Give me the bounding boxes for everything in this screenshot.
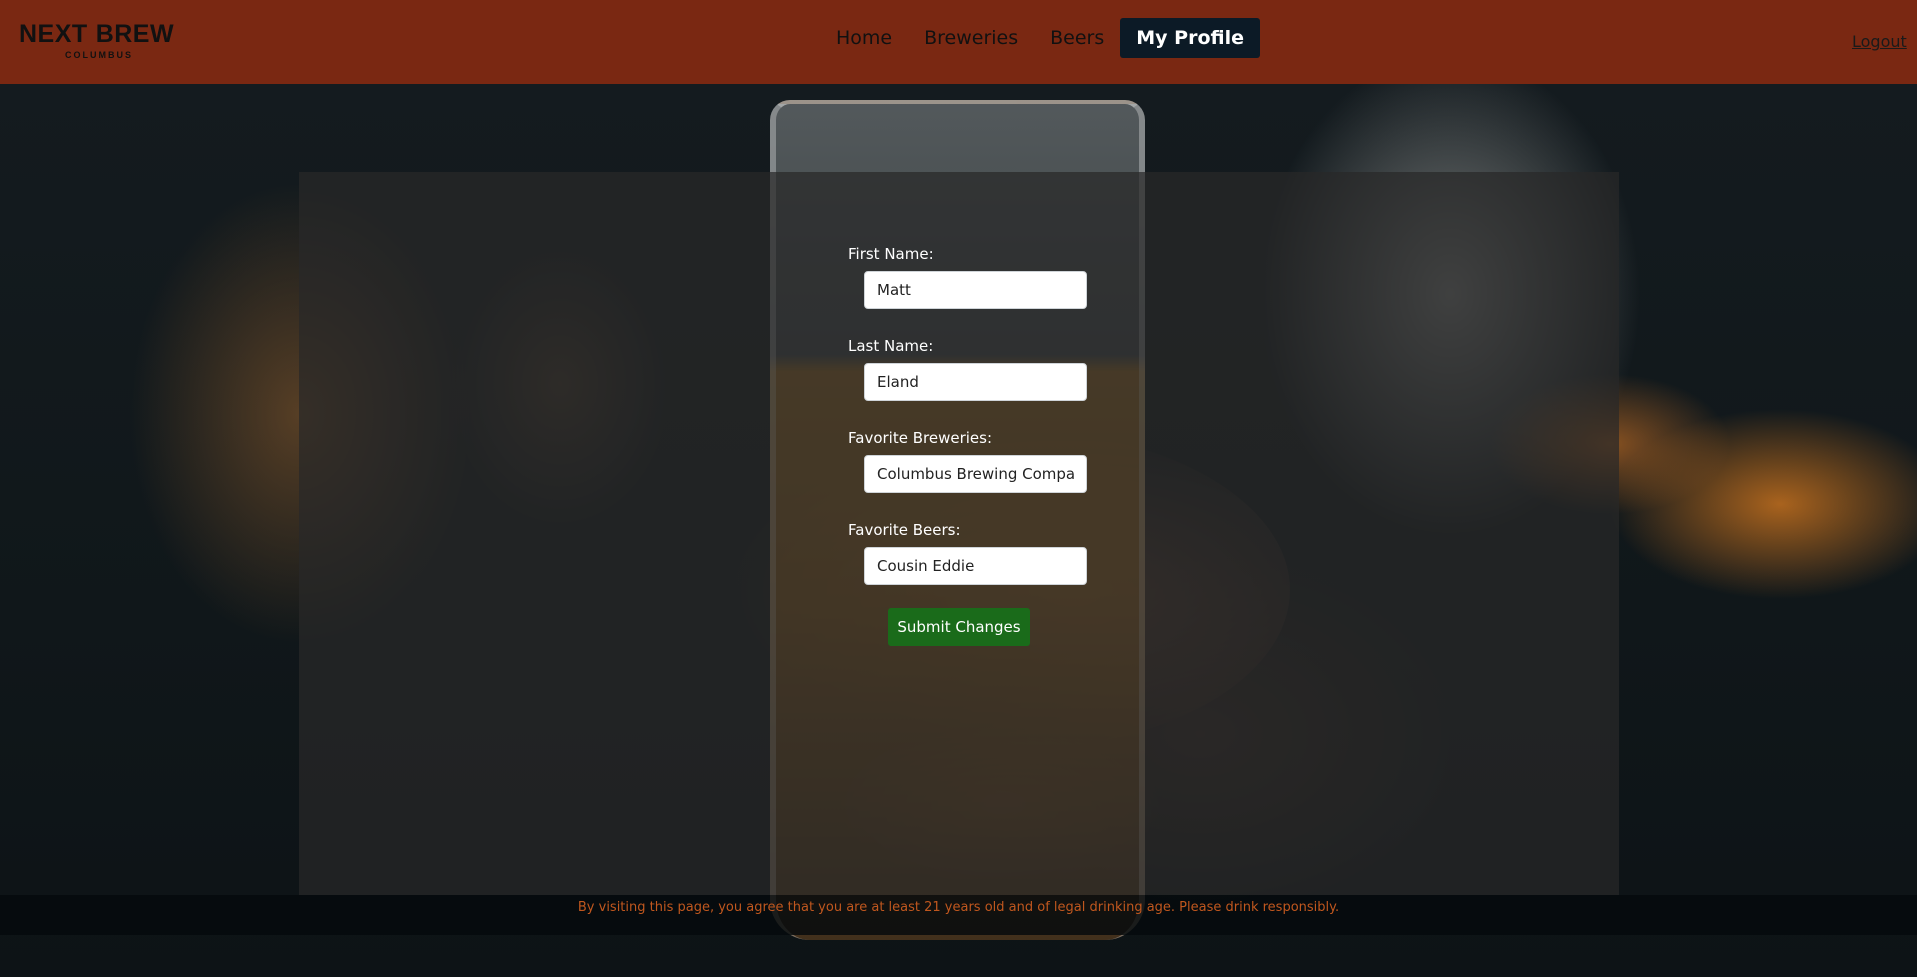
profile-form: First Name: Last Name: Favorite Brewerie… [848,244,1128,646]
footer: By visiting this page, you agree that yo… [0,895,1917,935]
favorite-beers-input[interactable] [864,547,1087,585]
nav-home[interactable]: Home [820,18,908,58]
last-name-input[interactable] [864,363,1087,401]
submit-changes-button[interactable]: Submit Changes [888,608,1030,646]
last-name-label: Last Name: [848,337,934,355]
favorite-beers-label: Favorite Beers: [848,521,961,539]
logo-word-next: NEXT [19,20,88,48]
logo-wordmark: NEXT BREW [19,20,175,48]
favorite-breweries-field: Favorite Breweries: [848,428,1128,493]
nav-breweries[interactable]: Breweries [908,18,1034,58]
favorite-beers-field: Favorite Beers: [848,520,1128,585]
legal-disclaimer: By visiting this page, you agree that yo… [577,900,1340,915]
first-name-field: First Name: [848,244,1128,309]
main-nav: Home Breweries Beers My Profile [820,18,1261,58]
nav-beers[interactable]: Beers [1034,18,1120,58]
favorite-breweries-input[interactable] [864,455,1087,493]
favorite-breweries-label: Favorite Breweries: [848,429,992,447]
brand-logo[interactable]: NEXT BREW COLUMBUS [19,20,175,70]
nav-my-profile[interactable]: My Profile [1120,18,1261,58]
navbar: NEXT BREW COLUMBUS Home Breweries Beers … [0,0,1917,84]
logo-city: COLUMBUS [65,50,133,60]
last-name-field: Last Name: [848,336,1128,401]
first-name-label: First Name: [848,245,934,263]
first-name-input[interactable] [864,271,1087,309]
logo-word-brew: BREW [95,20,175,48]
logout-link[interactable]: Logout [1852,32,1907,51]
